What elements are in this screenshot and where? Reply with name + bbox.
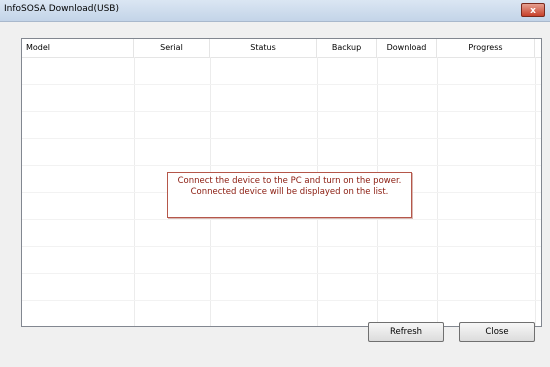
title-bar: InfoSOSA Download(USB) x: [0, 0, 550, 22]
device-list[interactable]: Model Serial Status Backup Download Prog…: [21, 38, 542, 327]
column-progress[interactable]: Progress: [437, 39, 535, 57]
column-model[interactable]: Model: [22, 39, 134, 57]
column-serial[interactable]: Serial: [134, 39, 210, 57]
row-divider: [22, 219, 541, 220]
row-divider: [22, 300, 541, 301]
dialog-client: Model Serial Status Backup Download Prog…: [0, 22, 550, 367]
row-divider: [22, 138, 541, 139]
close-icon[interactable]: x: [521, 3, 545, 17]
close-button[interactable]: Close: [459, 322, 535, 342]
list-header: Model Serial Status Backup Download Prog…: [22, 39, 541, 58]
window-title: InfoSOSA Download(USB): [4, 4, 119, 14]
row-divider: [22, 273, 541, 274]
row-divider: [22, 84, 541, 85]
message-line-2: Connected device will be displayed on th…: [190, 187, 389, 197]
row-divider: [22, 111, 541, 112]
column-download[interactable]: Download: [377, 39, 437, 57]
column-status[interactable]: Status: [210, 39, 317, 57]
refresh-button[interactable]: Refresh: [368, 322, 444, 342]
row-divider: [22, 165, 541, 166]
row-divider: [22, 246, 541, 247]
message-line-1: Connect the device to the PC and turn on…: [177, 176, 402, 186]
column-backup[interactable]: Backup: [317, 39, 377, 57]
empty-list-message: Connect the device to the PC and turn on…: [167, 172, 412, 218]
